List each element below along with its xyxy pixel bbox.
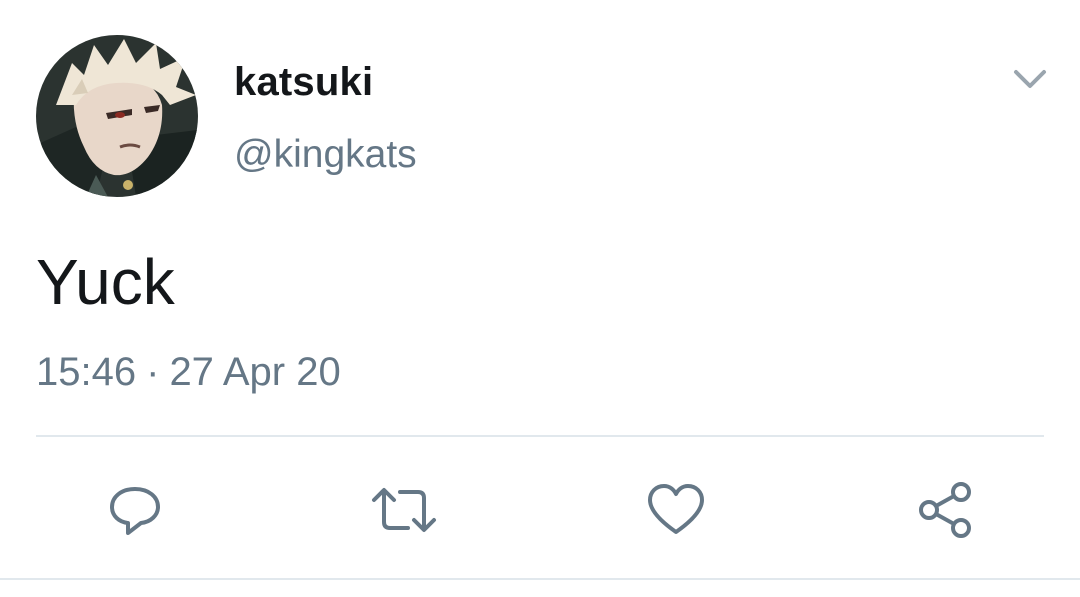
tweet-timestamp[interactable]: 15:46 · 27 Apr 20	[36, 346, 341, 398]
tweet-actions	[0, 470, 1080, 550]
reply-icon	[110, 487, 160, 535]
avatar[interactable]	[36, 35, 198, 197]
tweet-text: Yuck	[36, 246, 175, 318]
author-display-name[interactable]: katsuki	[234, 58, 373, 106]
share-button[interactable]	[909, 474, 981, 546]
share-icon	[919, 482, 971, 538]
heart-icon	[648, 484, 704, 534]
retweet-button[interactable]	[368, 474, 440, 546]
chevron-down-icon[interactable]	[1008, 62, 1052, 98]
avatar-image	[36, 35, 198, 197]
tweet-date: 27 Apr 20	[169, 350, 341, 394]
timestamp-separator: ·	[146, 350, 160, 394]
author-handle[interactable]: @kingkats	[234, 131, 417, 179]
divider	[36, 435, 1044, 437]
retweet-icon	[372, 488, 436, 532]
bottom-divider	[0, 578, 1080, 580]
tweet-time: 15:46	[36, 350, 137, 394]
like-button[interactable]	[640, 474, 712, 546]
reply-button[interactable]	[99, 474, 171, 546]
